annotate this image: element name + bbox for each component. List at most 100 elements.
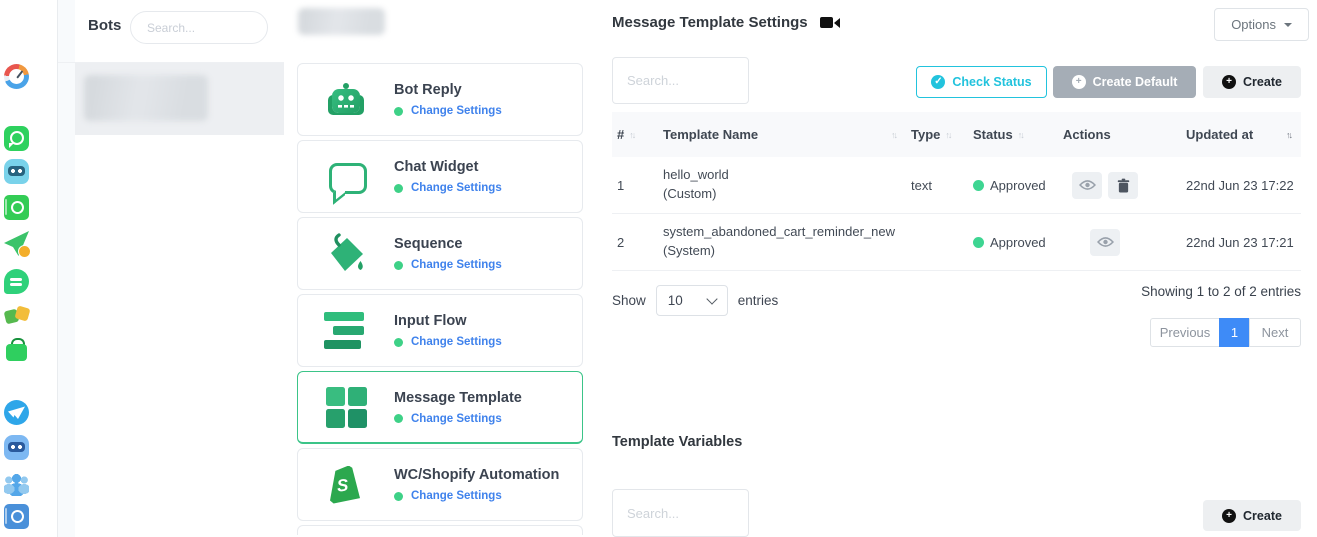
updated-at: 22nd Jun 23 17:22 bbox=[1181, 178, 1301, 193]
bots-panel: Bots bbox=[58, 0, 285, 537]
options-label: Options bbox=[1231, 17, 1276, 32]
col-header-actions: Actions bbox=[1058, 127, 1181, 142]
templates-table: #↑↓ Template Name↑↓ Type↑↓ Status↑↓ Acti… bbox=[612, 112, 1301, 271]
bots-panel-header: Bots bbox=[58, 0, 284, 63]
template-search-input[interactable] bbox=[612, 57, 749, 104]
redacted-panel-title bbox=[298, 8, 385, 35]
previous-page-button[interactable]: Previous bbox=[1150, 318, 1220, 347]
broadcast-icon[interactable] bbox=[4, 231, 29, 256]
template-variables-title: Template Variables bbox=[612, 434, 742, 450]
entries-label: entries bbox=[738, 293, 779, 308]
settings-card-bot-reply[interactable]: Bot Reply Change Settings bbox=[297, 63, 583, 136]
pagination: Previous 1 Next bbox=[1150, 318, 1301, 347]
settings-card-input-flow[interactable]: Input Flow Change Settings bbox=[297, 294, 583, 367]
check-status-button[interactable]: ✓ Check Status bbox=[916, 66, 1047, 98]
create-button[interactable]: + Create bbox=[1203, 66, 1301, 98]
status-dot-icon bbox=[973, 180, 984, 191]
template-origin: (System) bbox=[663, 242, 906, 261]
change-settings-link[interactable]: Change Settings bbox=[411, 413, 502, 425]
status-dot-icon bbox=[394, 414, 403, 423]
template-name-cell: system_abandoned_cart_reminder_new (Syst… bbox=[658, 223, 906, 261]
settings-card-chat-widget[interactable]: Chat Widget Change Settings bbox=[297, 140, 583, 213]
show-label: Show bbox=[612, 293, 646, 308]
sort-icon: ↑↓ bbox=[1018, 130, 1023, 140]
card-title: Message Template bbox=[394, 390, 522, 406]
contacts-green-icon[interactable] bbox=[4, 195, 29, 220]
eye-icon bbox=[1079, 179, 1096, 191]
trash-icon bbox=[1117, 178, 1130, 193]
chevron-down-icon bbox=[1284, 23, 1292, 27]
view-button[interactable] bbox=[1072, 172, 1102, 199]
col-header-status[interactable]: Status↑↓ bbox=[968, 127, 1058, 142]
chat-widget-icon bbox=[324, 155, 368, 199]
page-size-select[interactable]: 10 bbox=[656, 285, 728, 316]
message-template-icon bbox=[324, 385, 368, 429]
status-dot-icon bbox=[394, 184, 403, 193]
change-settings-link[interactable]: Change Settings bbox=[411, 105, 502, 117]
col-header-type[interactable]: Type↑↓ bbox=[906, 127, 968, 142]
page-title: Message Template Settings bbox=[612, 14, 808, 31]
settings-panel: Bot Reply Change Settings Chat Widget Ch… bbox=[284, 0, 599, 537]
row-num: 2 bbox=[612, 235, 658, 250]
card-title: Bot Reply bbox=[394, 82, 502, 98]
sort-icon: ↑↓ bbox=[891, 130, 896, 140]
variables-create-button[interactable]: + Create bbox=[1203, 500, 1301, 531]
telegram-icon[interactable] bbox=[4, 400, 29, 425]
col-header-name[interactable]: Template Name↑↓ bbox=[658, 127, 906, 142]
variables-search-input[interactable] bbox=[612, 489, 749, 537]
template-type: text bbox=[906, 178, 968, 193]
variables-create-label: Create bbox=[1243, 509, 1282, 523]
shop-icon[interactable] bbox=[4, 337, 29, 362]
card-title: Sequence bbox=[394, 236, 502, 252]
status-dot-icon bbox=[394, 261, 403, 270]
create-default-button[interactable]: + Create Default bbox=[1053, 66, 1196, 98]
change-settings-link[interactable]: Change Settings bbox=[411, 336, 502, 348]
contacts-blue-icon[interactable] bbox=[4, 504, 29, 529]
col-header-num[interactable]: #↑↓ bbox=[612, 127, 658, 142]
settings-card-partial[interactable] bbox=[297, 525, 583, 535]
settings-card-sequence[interactable]: Sequence Change Settings bbox=[297, 217, 583, 290]
team-icon[interactable] bbox=[4, 471, 29, 496]
dashboard-icon[interactable] bbox=[4, 64, 29, 89]
row-num: 1 bbox=[612, 178, 658, 193]
integrations-icon[interactable] bbox=[4, 304, 29, 329]
table-header-row: #↑↓ Template Name↑↓ Type↑↓ Status↑↓ Acti… bbox=[612, 112, 1301, 157]
plus-circle-icon: + bbox=[1072, 75, 1086, 89]
bots-search-input[interactable] bbox=[130, 11, 268, 44]
col-header-updated[interactable]: Updated at↑↓ bbox=[1181, 127, 1301, 142]
create-default-label: Create Default bbox=[1093, 75, 1178, 89]
check-circle-icon: ✓ bbox=[931, 75, 945, 89]
next-page-button[interactable]: Next bbox=[1249, 318, 1301, 347]
change-settings-link[interactable]: Change Settings bbox=[411, 182, 502, 194]
check-status-label: Check Status bbox=[952, 75, 1031, 89]
template-name-cell: hello_world (Custom) bbox=[658, 166, 906, 204]
app-icon-rail bbox=[0, 0, 58, 537]
main-panel: Message Template Settings Options ✓ Chec… bbox=[598, 0, 1317, 537]
table-row: 2 system_abandoned_cart_reminder_new (Sy… bbox=[612, 214, 1301, 271]
card-title: Chat Widget bbox=[394, 159, 502, 175]
table-row: 1 hello_world (Custom) text Approved 22n… bbox=[612, 157, 1301, 214]
change-settings-link[interactable]: Change Settings bbox=[411, 259, 502, 271]
template-name: hello_world bbox=[663, 166, 906, 185]
card-title: WC/Shopify Automation bbox=[394, 467, 559, 483]
page-size-control: Show 10 entries bbox=[612, 285, 778, 316]
chatbot-blue-icon[interactable] bbox=[4, 435, 29, 460]
view-button[interactable] bbox=[1090, 229, 1120, 256]
livechat-icon[interactable] bbox=[4, 269, 29, 294]
delete-button[interactable] bbox=[1108, 172, 1138, 199]
notification-badge bbox=[18, 245, 31, 258]
chevron-down-icon bbox=[706, 293, 717, 304]
updated-at: 22nd Jun 23 17:21 bbox=[1181, 235, 1301, 250]
change-settings-link[interactable]: Change Settings bbox=[411, 490, 502, 502]
chatbot-teal-icon[interactable] bbox=[4, 159, 29, 184]
status-dot-icon bbox=[973, 237, 984, 248]
options-button[interactable]: Options bbox=[1214, 8, 1309, 41]
plus-circle-icon: + bbox=[1222, 75, 1236, 89]
status-badge: Approved bbox=[973, 178, 1058, 193]
selected-bot-item[interactable] bbox=[75, 63, 284, 135]
page-1-button[interactable]: 1 bbox=[1219, 318, 1250, 347]
video-tutorial-icon[interactable] bbox=[820, 17, 841, 28]
whatsapp-icon[interactable] bbox=[4, 126, 29, 151]
settings-card-wc-shopify[interactable]: S WC/Shopify Automation Change Settings bbox=[297, 448, 583, 521]
settings-card-message-template[interactable]: Message Template Change Settings bbox=[297, 371, 583, 444]
